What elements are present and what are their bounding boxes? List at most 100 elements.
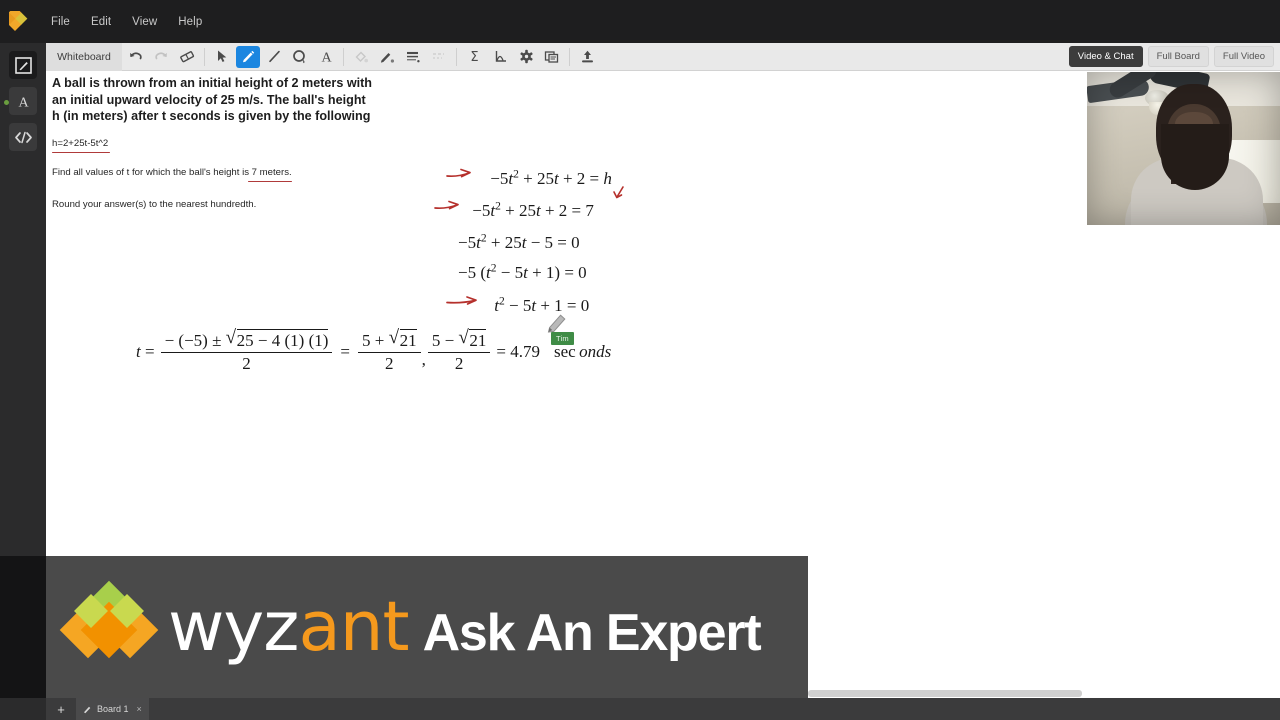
dashed-line-icon: [433, 53, 444, 59]
menu-help[interactable]: Help: [169, 13, 211, 31]
toolbar-group-history: [122, 43, 200, 71]
board-tab-1[interactable]: Board 1 ×: [76, 698, 149, 720]
line-icon: [268, 50, 280, 63]
undo-button[interactable]: [123, 46, 147, 68]
video-feed[interactable]: [1087, 72, 1280, 225]
equals-sign-1: =: [340, 341, 350, 361]
pen-button[interactable]: [236, 45, 260, 68]
red-underline-1: [52, 151, 110, 153]
sidebar-item-whiteboard[interactable]: [9, 51, 37, 79]
cursor-arrow-icon: [218, 50, 227, 62]
left-sidebar-panel: A: [0, 43, 46, 561]
menu-file[interactable]: File: [42, 13, 79, 31]
fill-button[interactable]: [349, 46, 373, 68]
whiteboard-app: File Edit View Help A Whiteboard A Σ Vid…: [0, 0, 1280, 720]
equation-button[interactable]: Σ: [462, 46, 486, 68]
problem-equation: h=2+25t-5t^2: [52, 137, 109, 149]
red-arrow-icon: [446, 295, 477, 305]
work-line-5-text: t2 − 5t + 1 = 0: [494, 294, 590, 315]
root2-denominator: 2: [454, 354, 464, 373]
red-underline-2: [248, 180, 292, 182]
undo-arrow-icon: [129, 52, 142, 60]
menu-edit[interactable]: Edit: [82, 13, 120, 31]
video-and-chat-button[interactable]: Video & Chat: [1068, 46, 1143, 67]
line-button[interactable]: [262, 46, 286, 68]
redo-arrow-icon: [154, 52, 167, 60]
svg-text:Σ: Σ: [470, 50, 478, 64]
eraser-button[interactable]: [175, 46, 199, 68]
line-style-button[interactable]: [427, 46, 451, 68]
text-A-icon: A: [321, 51, 332, 65]
red-arrow-icon: [434, 200, 459, 210]
root-fraction-2: 5 − 21 2: [427, 327, 491, 374]
full-video-button[interactable]: Full Video: [1213, 46, 1274, 67]
graph-button[interactable]: [488, 46, 512, 68]
banner-tagline: Ask An Expert: [422, 604, 762, 662]
settings-button[interactable]: [514, 46, 538, 68]
toolbar-separator: [569, 47, 570, 66]
work-line-1-text: −5t2 + 25t + 2 = h: [490, 167, 612, 188]
stroke-color-button[interactable]: [375, 46, 399, 68]
sigma-icon: Σ: [470, 50, 478, 64]
work-line-4-text: −5 (t2 − 5t + 1) = 0: [458, 261, 587, 282]
pencil-board-icon: [14, 56, 32, 74]
brand-text-wyz: wyz: [168, 587, 299, 667]
red-arrow-icon: [446, 168, 471, 178]
menu-view[interactable]: View: [123, 13, 166, 31]
redo-button[interactable]: [149, 46, 173, 68]
add-board-button[interactable]: +: [46, 698, 76, 720]
toolbar-separator: [204, 47, 205, 66]
toolbar-group-insert: Σ: [461, 43, 565, 71]
problem-statement-block: A ball is thrown from an initial height …: [52, 75, 382, 210]
toolbar-group-draw: A: [209, 43, 339, 71]
work-line-1: −5t2 + 25t + 2 = h: [446, 167, 612, 189]
quadratic-formula-line: t = − (−5) ± 25 − 4 (1) (1) 2 = 5 + 21 2…: [136, 327, 611, 374]
quadratic-main-fraction: − (−5) ± 25 − 4 (1) (1) 2: [160, 327, 333, 374]
view-mode-buttons: Video & Chat Full Board Full Video: [1064, 46, 1280, 67]
board-tab-label: Board 1: [97, 704, 129, 714]
root1-denominator: 2: [385, 354, 394, 373]
horizontal-scrollbar-thumb[interactable]: [808, 690, 1082, 697]
wyzant-diamond-icon: [59, 580, 159, 665]
wyzant-diamond-icon: [9, 10, 28, 31]
brand-text-ant: ant: [298, 587, 410, 667]
full-board-button[interactable]: Full Board: [1147, 46, 1209, 67]
fraction-bar: [357, 352, 421, 353]
problem-round-text: Round your answer(s) to the nearest hund…: [52, 198, 257, 210]
quadratic-result: = 4.79: [496, 341, 541, 361]
toolbar-separator: [343, 47, 344, 66]
close-icon[interactable]: ×: [137, 704, 142, 714]
svg-text:A: A: [18, 95, 29, 109]
fraction-bar: [160, 352, 333, 353]
quadratic-lhs: t =: [136, 341, 155, 361]
paint-bucket-icon: [355, 51, 368, 63]
problem-title: A ball is thrown from an initial height …: [52, 76, 373, 124]
fraction-bar: [427, 352, 491, 353]
toolbar-group-upload: [574, 43, 600, 71]
app-logo[interactable]: [0, 0, 42, 43]
wyzant-banner: wyz ant Ask An Expert: [46, 556, 808, 698]
pen-color-icon: [380, 53, 394, 63]
problem-find-text: Find all values of t for which the ball'…: [52, 166, 382, 182]
work-line-2: −5t2 + 25t + 2 = 7: [434, 186, 624, 221]
board-label: Whiteboard: [46, 42, 122, 71]
shape-button[interactable]: [288, 46, 312, 68]
toolbar-group-style: [348, 43, 452, 71]
problem-find-label: Find all values of t for which the ball'…: [52, 166, 292, 178]
line-weight-button[interactable]: [401, 46, 425, 68]
work-line-4: −5 (t2 − 5t + 1) = 0: [458, 261, 587, 283]
copy-pages-icon: [544, 51, 559, 63]
select-button[interactable]: [210, 46, 234, 68]
comma-separator: ,: [421, 350, 426, 369]
sidebar-item-text[interactable]: A: [9, 87, 37, 115]
svg-text:A: A: [321, 51, 332, 65]
import-button[interactable]: [540, 46, 564, 68]
work-line-3-text: −5t2 + 25t − 5 = 0: [458, 231, 580, 252]
root2-numerator: 5 − 21: [428, 327, 491, 351]
sidebar-item-code[interactable]: [9, 123, 37, 151]
text-button[interactable]: A: [314, 46, 338, 68]
gear-icon: [519, 49, 533, 64]
toolbar-separator: [456, 47, 457, 66]
board-tab-bar: + Board 1 ×: [46, 698, 1280, 720]
upload-button[interactable]: [575, 46, 599, 68]
